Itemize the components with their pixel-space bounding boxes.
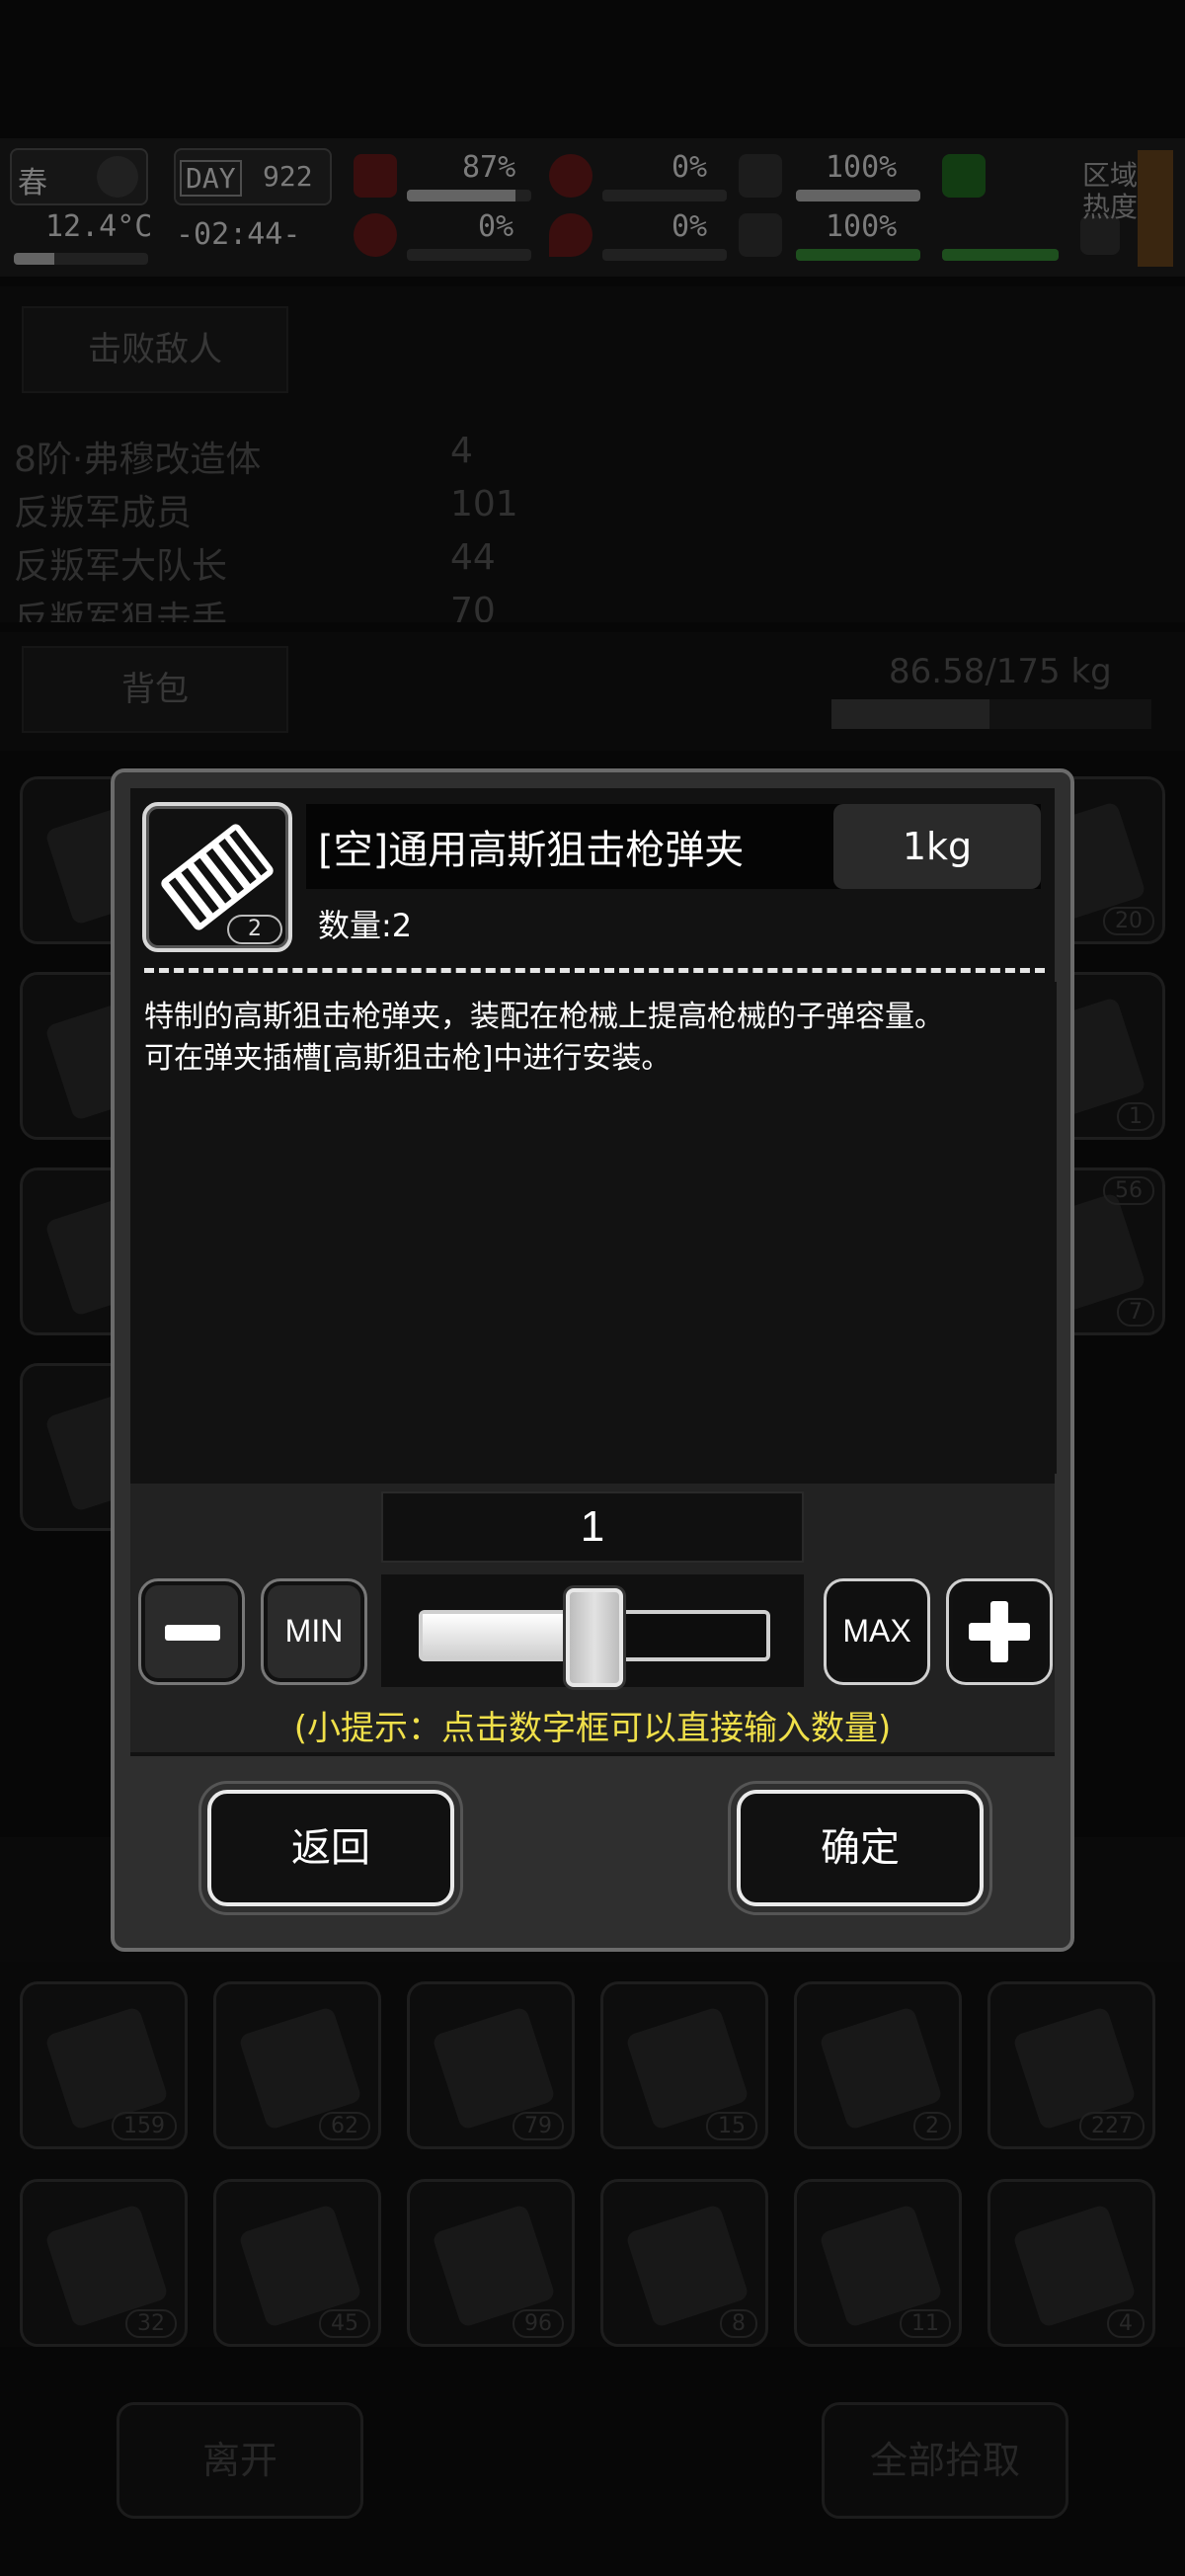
item-title: [空]通用高斯狙击枪弹夹 [318,828,745,873]
item-quantity-dialog: 2 [空]通用高斯狙击枪弹夹 1kg 数量:2 特制的高斯狙击枪弹夹，装配在枪械… [111,768,1074,1952]
item-icon-frame: 2 [142,802,292,952]
description-line: 可在弹夹插槽[高斯狙击枪]中进行安装。 [144,1041,672,1076]
item-quantity-label: 数量:2 [318,907,413,944]
item-count-badge: 2 [227,915,282,944]
plus-icon-stroke [990,1601,1008,1662]
confirm-button[interactable]: 确定 [737,1790,984,1906]
hint-text: (小提示：点击数字框可以直接输入数量) [293,1709,892,1748]
slider-thumb[interactable] [566,1588,623,1687]
minus-icon [165,1625,220,1641]
back-button[interactable]: 返回 [207,1790,454,1906]
item-description: 特制的高斯狙击枪弹夹，装配在枪械上提高枪械的子弹容量。 可在弹夹插槽[高斯狙击枪… [132,982,1057,1474]
decrement-button[interactable] [138,1578,245,1685]
min-button[interactable]: MIN [261,1578,367,1685]
item-title-bar: [空]通用高斯狙击枪弹夹 1kg [306,804,1041,889]
max-button[interactable]: MAX [824,1578,930,1685]
quantity-input[interactable]: 1 [381,1491,804,1563]
item-weight: 1kg [833,804,1041,889]
description-line: 特制的高斯狙击枪弹夹，装配在枪械上提高枪械的子弹容量。 [144,1000,944,1034]
divider [144,968,1045,973]
quantity-slider[interactable] [381,1574,804,1687]
increment-button[interactable] [946,1578,1053,1685]
